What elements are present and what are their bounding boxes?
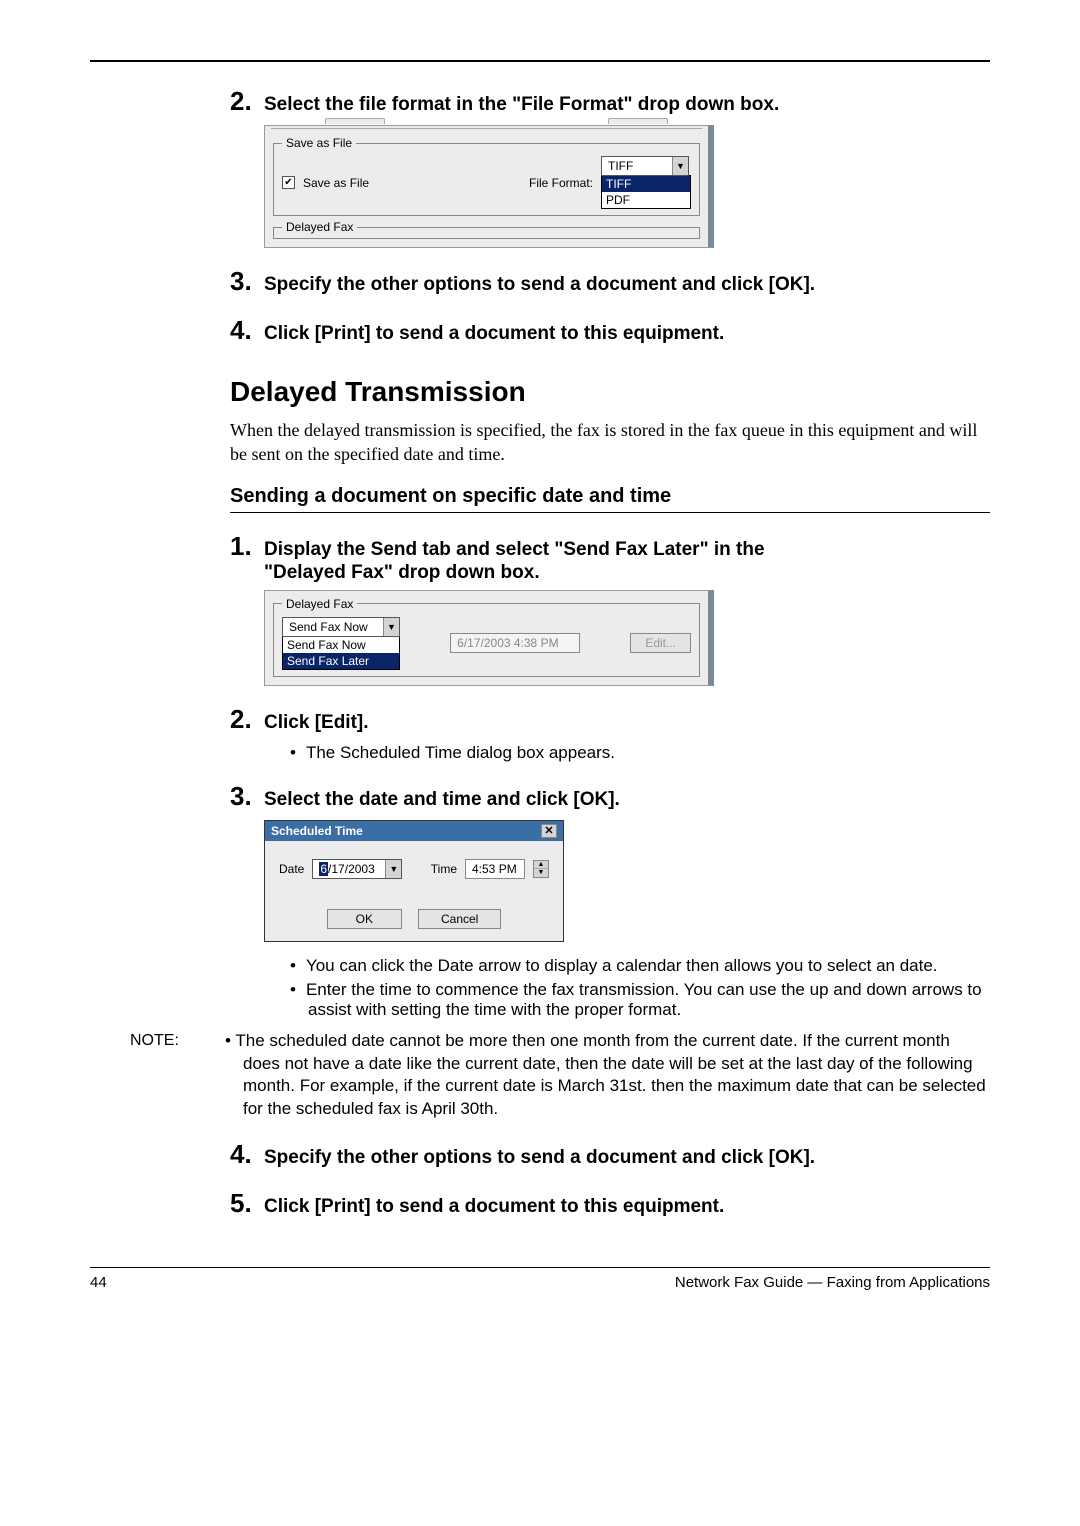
step-3-mid: 3. Select the date and time and click [O… (230, 781, 990, 812)
step-number: 2. (230, 704, 254, 735)
step-text: Specify the other options to send a docu… (264, 274, 815, 296)
group-title: Delayed Fax (282, 597, 357, 611)
step-5-bottom: 5. Click [Print] to send a document to t… (230, 1188, 990, 1219)
step-text: Specify the other options to send a docu… (264, 1147, 815, 1169)
section-paragraph: When the delayed transmission is specifi… (230, 418, 990, 467)
bullet-date-arrow: You can click the Date arrow to display … (290, 956, 990, 976)
time-input[interactable]: 4:53 PM (465, 859, 525, 879)
figure-save-as-file: Save as File ✔ Save as File File Format:… (264, 125, 714, 248)
dropdown-list: Send Fax Now Send Fax Later (282, 636, 400, 670)
step-number: 4. (230, 1139, 254, 1170)
step-text: Click [Edit]. (264, 712, 369, 734)
subheading-rule (230, 512, 990, 513)
dropdown-option-now[interactable]: Send Fax Now (283, 637, 399, 653)
close-icon[interactable]: ✕ (541, 824, 557, 838)
dropdown-option-pdf[interactable]: PDF (602, 192, 690, 208)
step-4-top: 4. Click [Print] to send a document to t… (230, 315, 990, 346)
dropdown-option-tiff[interactable]: TIFF (602, 176, 690, 192)
dropdown-value: Send Fax Now (283, 618, 383, 636)
group-title: Save as File (282, 136, 356, 150)
checkbox-icon: ✔ (282, 176, 295, 189)
tab-stubs (325, 118, 668, 124)
step-text: Click [Print] to send a document to this… (264, 323, 724, 345)
group-delayed-fax: Delayed Fax Send Fax Now ▼ Send Fax Now … (273, 597, 700, 677)
time-spinner[interactable]: ▲ ▼ (533, 860, 549, 878)
date-picker[interactable]: 6/17/2003 ▼ (312, 859, 402, 879)
check-mark: ✔ (284, 178, 292, 188)
file-format-label: File Format: (529, 176, 593, 190)
step-text: Select the date and time and click [OK]. (264, 789, 620, 811)
step-number: 1. (230, 531, 254, 562)
file-format-dropdown[interactable]: TIFF ▼ (601, 156, 689, 176)
dialog-title: Scheduled Time (271, 824, 363, 838)
dropdown-option-later[interactable]: Send Fax Later (283, 653, 399, 669)
footer-title: Network Fax Guide — Faxing from Applicat… (675, 1274, 990, 1291)
step-number: 2. (230, 86, 254, 117)
note-text-content: The scheduled date cannot be more then o… (235, 1031, 985, 1119)
dialog-titlebar: Scheduled Time ✕ (265, 821, 563, 841)
checkbox-label: Save as File (303, 176, 369, 190)
note-block: NOTE: • The scheduled date cannot be mor… (130, 1030, 990, 1122)
step-number: 4. (230, 315, 254, 346)
group-save-as-file: Save as File ✔ Save as File File Format:… (273, 136, 700, 216)
spin-up-icon: ▲ (534, 861, 548, 869)
bullet-enter-time: Enter the time to commence the fax trans… (290, 980, 990, 1020)
date-label: Date (279, 862, 304, 876)
tab-stub (608, 118, 668, 124)
tab-stub (325, 118, 385, 124)
dropdown-list: TIFF PDF (601, 175, 691, 209)
step-1-mid: 1. Display the Send tab and select "Send… (230, 531, 990, 562)
dropdown-value: TIFF (602, 157, 672, 175)
scheduled-datetime-display: 6/17/2003 4:38 PM (450, 633, 580, 653)
figure-delayed-fax: Delayed Fax Send Fax Now ▼ Send Fax Now … (264, 590, 714, 686)
chevron-down-icon: ▼ (383, 618, 399, 636)
step-text: Display the Send tab and select "Send Fa… (264, 539, 765, 561)
note-text: • The scheduled date cannot be more then… (225, 1030, 990, 1122)
main-content-2: 1. Display the Send tab and select "Send… (230, 531, 990, 1020)
heading-delayed-transmission: Delayed Transmission (230, 376, 990, 408)
bullet-scheduled-time-appears: The Scheduled Time dialog box appears. (290, 743, 990, 763)
footer-rule (90, 1267, 990, 1268)
step-text: Click [Print] to send a document to this… (264, 1196, 724, 1218)
group-title: Delayed Fax (282, 220, 357, 234)
step-text: Select the file format in the "File Form… (264, 94, 779, 116)
delayed-fax-dropdown[interactable]: Send Fax Now ▼ (282, 617, 400, 637)
chevron-down-icon: ▼ (672, 157, 688, 175)
cancel-button[interactable]: Cancel (418, 909, 501, 929)
spin-down-icon: ▼ (534, 869, 548, 877)
note-label: NOTE: (130, 1030, 225, 1050)
date-value: 6/17/2003 (313, 860, 385, 878)
step-number: 3. (230, 266, 254, 297)
step-text-line2: "Delayed Fax" drop down box. (264, 562, 990, 584)
step-number: 5. (230, 1188, 254, 1219)
step-4-bottom: 4. Specify the other options to send a d… (230, 1139, 990, 1170)
time-label: Time (431, 862, 457, 876)
step-2-top: 2. Select the file format in the "File F… (230, 86, 990, 117)
step-number: 3. (230, 781, 254, 812)
step-3-top: 3. Specify the other options to send a d… (230, 266, 990, 297)
save-as-file-checkbox[interactable]: ✔ Save as File (282, 176, 369, 190)
chevron-down-icon: ▼ (385, 860, 401, 878)
page-footer: 44 Network Fax Guide — Faxing from Appli… (90, 1274, 990, 1301)
main-content: 2. Select the file format in the "File F… (230, 86, 990, 346)
dialog-scheduled-time: Scheduled Time ✕ Date 6/17/2003 ▼ Time 4… (264, 820, 564, 942)
page-number: 44 (90, 1274, 107, 1291)
ok-button[interactable]: OK (327, 909, 402, 929)
edit-button[interactable]: Edit... (630, 633, 691, 653)
header-rule (90, 60, 990, 62)
group-delayed-fax-stub: Delayed Fax (273, 220, 700, 239)
step-2-mid: 2. Click [Edit]. (230, 704, 990, 735)
subheading-sending: Sending a document on specific date and … (230, 485, 990, 508)
